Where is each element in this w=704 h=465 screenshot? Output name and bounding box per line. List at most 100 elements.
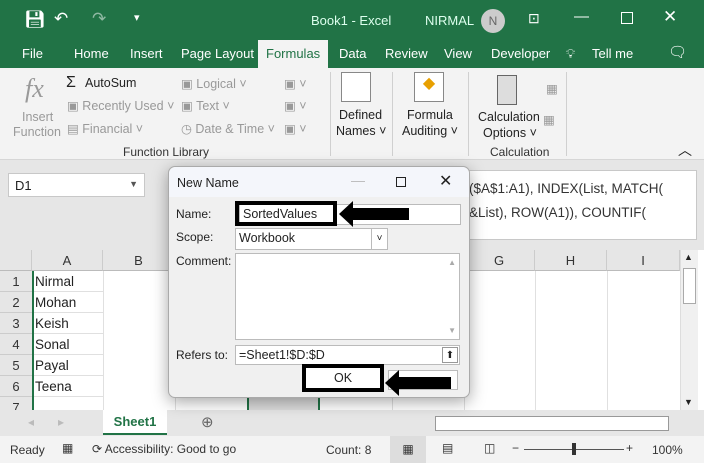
ok-button[interactable]: OK [302,364,384,392]
zoom-slider-thumb[interactable] [572,443,576,455]
more-functions-icon[interactable]: ▣ ˅ [284,121,307,136]
next-sheet-icon[interactable]: ▸ [58,415,64,429]
name-box[interactable]: D1 ▼ [8,173,145,197]
text-button[interactable]: Text [196,99,219,113]
comments-icon[interactable]: 🗨︎ [668,43,687,61]
column-header[interactable]: A [32,250,103,271]
cell[interactable]: Teena [32,376,103,397]
avatar[interactable]: N [481,9,505,33]
cell[interactable]: Mohan [32,292,103,313]
calculate-sheet-icon[interactable]: ▦ [543,112,555,127]
cell[interactable]: Keish [32,313,103,334]
tab-page-layout[interactable]: Page Layout [181,46,254,61]
collapse-ribbon-icon[interactable]: ︿ [678,140,692,160]
scroll-thumb[interactable] [683,268,696,304]
macro-icon[interactable]: ▦ [62,441,73,455]
row-header[interactable]: 2 [0,292,32,313]
title-bar: 💾︎ ↶ ↷ ▾ Book1 - Excel NIRMAL N ⊡ — ✕ [0,0,704,40]
zoom-in-icon[interactable]: + [626,441,633,455]
sheet-tab-sheet1[interactable]: Sheet1 [103,410,167,435]
scope-label: Scope: [176,230,214,244]
customize-qat-icon[interactable]: ▾ [134,11,140,24]
logical-button[interactable]: Logical [196,77,236,91]
fx-icon: fx [25,74,44,103]
minimize-icon[interactable]: — [574,8,589,25]
recently-used-button[interactable]: Recently Used [82,99,163,113]
calculate-now-icon[interactable]: ▦ [546,81,558,96]
ribbon-display-icon[interactable]: ⊡ [528,10,540,27]
dialog-title: New Name [177,176,239,190]
column-header[interactable]: G [464,250,535,271]
highlight-box [235,201,337,226]
calculator-icon [497,75,517,105]
refers-to-input[interactable]: =Sheet1!$D:$D ⬆ [235,345,460,365]
calculation-options-button[interactable]: Calculation [478,110,540,124]
date-time-button[interactable]: Date & Time [195,122,264,136]
maximize-icon[interactable] [621,12,633,24]
function-library-label: Function Library [123,145,210,159]
count-status: Count: 8 [326,443,372,457]
formula-input[interactable]: ($A$1:A1), INDEX(List, MATCH(&List), ROW… [462,170,697,240]
formula-auditing-button[interactable]: Formula [407,108,453,122]
tab-view[interactable]: View [444,46,472,61]
maximize-icon[interactable] [396,177,406,187]
tab-file[interactable]: File [22,46,43,61]
cell[interactable]: Sonal [32,334,103,355]
sheet-tab-bar: ◂ ▸ Sheet1 ⊕ [0,410,704,436]
insert-function-label2[interactable]: Function [13,125,61,139]
close-icon[interactable]: ✕ [663,7,677,27]
tab-insert[interactable]: Insert [130,46,163,61]
horizontal-scrollbar[interactable] [435,416,669,431]
cell[interactable]: Nirmal [32,271,103,292]
math-icon[interactable]: ▣ ˅ [284,98,307,113]
defined-names-button[interactable]: Defined [339,108,382,122]
tab-developer[interactable]: Developer [491,46,550,61]
ribbon-tabs: File Home Insert Page Layout Formulas Da… [0,40,704,68]
page-layout-view-icon[interactable]: ▤ [442,441,453,455]
tab-data[interactable]: Data [339,46,366,61]
tab-review[interactable]: Review [385,46,428,61]
formula-auditing-icon: ◆ [414,72,444,102]
financial-button[interactable]: Financial [82,122,132,136]
tell-me-search[interactable]: Tell me [592,46,633,61]
add-sheet-icon[interactable]: ⊕ [201,413,214,431]
zoom-level[interactable]: 100% [652,443,683,457]
annotation-arrow [349,208,409,220]
vertical-scrollbar[interactable]: ▲ ▼ [680,250,698,410]
row-header[interactable]: 4 [0,334,32,355]
comment-textarea[interactable]: ▲ ▼ [235,253,460,340]
status-bar: Ready ▦ ⟳ Accessibility: Good to go Coun… [0,436,704,463]
column-header[interactable]: I [607,250,680,271]
window-title: Book1 - Excel [311,13,392,28]
column-header[interactable]: B [103,250,175,271]
page-break-view-icon[interactable]: ◫ [484,441,495,455]
zoom-out-icon[interactable]: − [512,441,519,455]
prev-sheet-icon[interactable]: ◂ [28,415,34,429]
save-icon[interactable]: 💾︎ [24,10,46,30]
lookup-icon[interactable]: ▣ ˅ [284,76,307,91]
row-header[interactable]: 3 [0,313,32,334]
ribbon: fx Insert Function Σ AutoSum ▣ Recently … [0,68,704,160]
undo-icon[interactable]: ↶ [54,9,68,29]
tab-home[interactable]: Home [74,46,109,61]
row-header[interactable]: 1 [0,271,32,292]
defined-names-icon [341,72,371,102]
row-header[interactable]: 5 [0,355,32,376]
comment-label: Comment: [176,254,232,268]
cell[interactable]: Payal [32,355,103,376]
status-ready: Ready [10,443,45,457]
close-icon[interactable]: ✕ [439,171,452,191]
tab-formulas[interactable]: Formulas [258,40,329,68]
accessibility-status[interactable]: Accessibility: Good to go [105,442,236,456]
row-header[interactable]: 6 [0,376,32,397]
normal-view-icon[interactable]: ▦ [390,436,426,463]
name-label: Name: [176,207,212,221]
lightbulb-icon: 💡︎ [566,46,576,61]
new-name-dialog: New Name — ✕ Name: SortedValues Scope: W… [168,166,470,398]
column-header[interactable]: H [535,250,607,271]
insert-function-label[interactable]: Insert [22,110,53,124]
redo-icon[interactable]: ↷ [92,9,106,29]
autosum-button[interactable]: AutoSum [85,76,136,90]
collapse-dialog-icon[interactable]: ⬆ [442,347,458,363]
scope-select[interactable]: Workbook ˅ [235,228,388,250]
